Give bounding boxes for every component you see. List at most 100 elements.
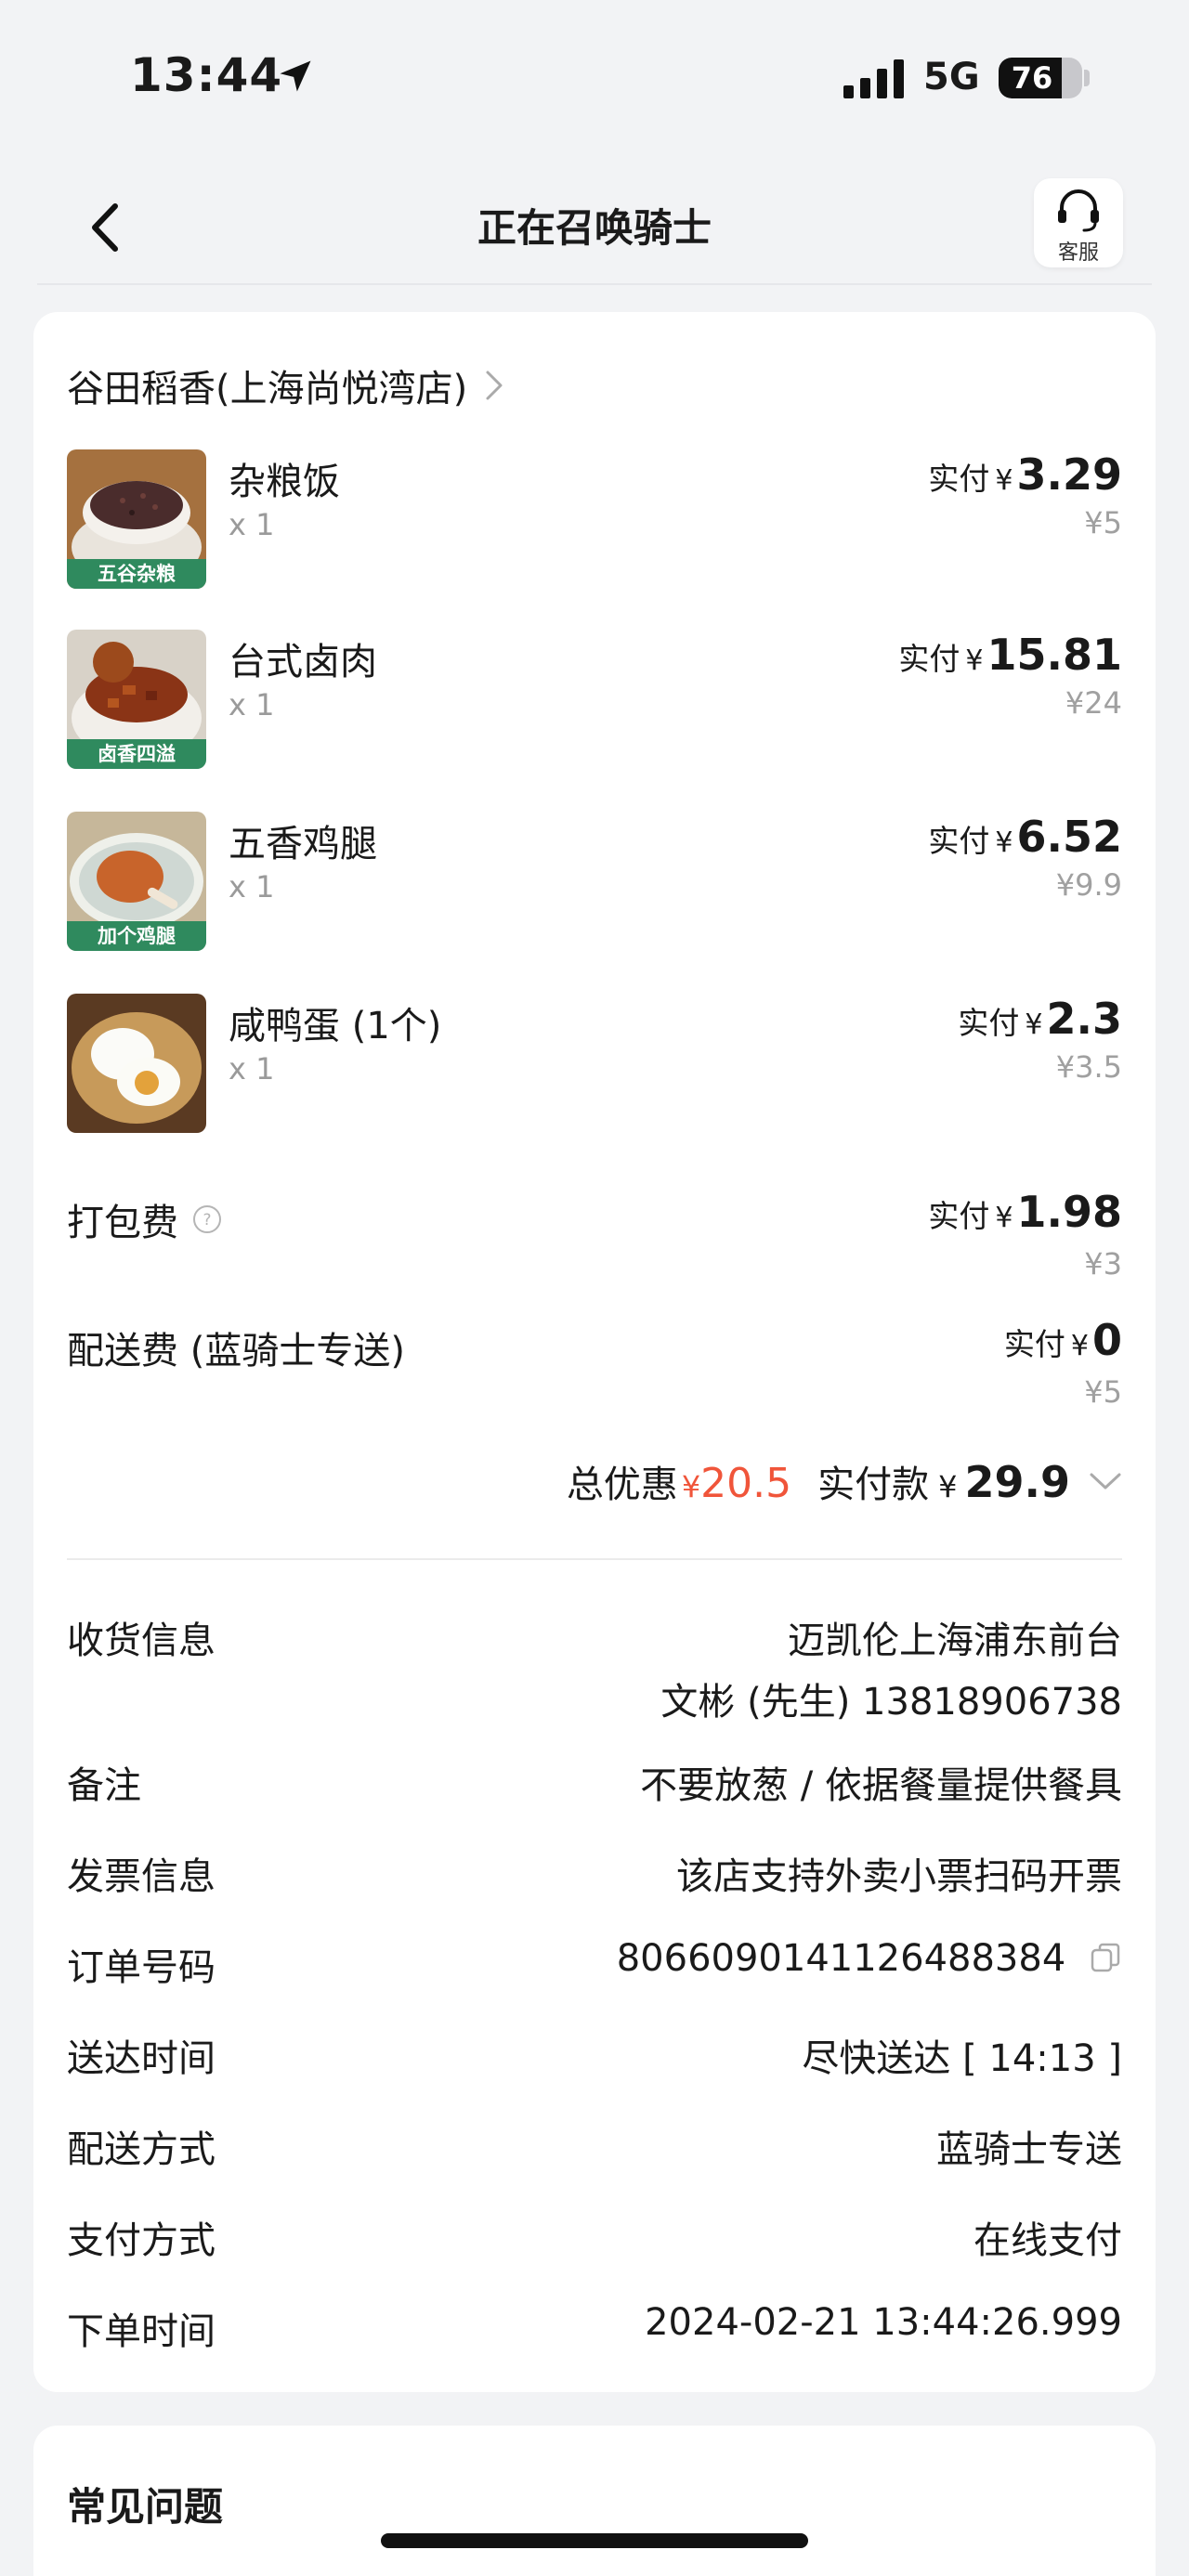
image-caption: 加个鸡腿 [97,925,176,947]
fee-label: 打包费 [67,1202,178,1244]
store-name: 谷田稻香(上海尚悦湾店) [67,368,468,410]
order-item: 卤香四溢 台式卤肉 x 1 实付 ¥15.81 ¥24 [67,630,1122,769]
headset-icon [1058,189,1099,232]
order-time-row: 下单时间 2024-02-21 13:44:26.999 [67,2301,1122,2353]
receiver-label: 收货信息 [67,1620,216,1662]
svg-text:?: ? [203,1211,211,1229]
fee-original-price: ¥3 [1084,1246,1122,1281]
image-caption: 卤香四溢 [98,743,176,765]
order-item: 加个鸡腿 五香鸡腿 x 1 实付 ¥6.52 ¥9.9 [67,812,1122,951]
order-number-label: 订单号码 [67,1946,216,1989]
note-value: 不要放葱 / 依据餐量提供餐具 [640,1764,1122,1807]
currency-symbol: ¥ [1070,1330,1089,1362]
item-image: 卤香四溢 [67,630,206,769]
currency-symbol: ¥ [1025,1008,1043,1041]
location-arrow-icon [280,60,311,92]
invoice-label: 发票信息 [67,1855,216,1898]
item-quantity: x 1 [229,507,275,542]
item-name: 五香鸡腿 [229,823,377,865]
item-original-price: ¥3.5 [1055,1049,1122,1085]
item-quantity: x 1 [229,687,275,722]
chevron-down-icon[interactable] [1089,1471,1122,1491]
order-time-label: 下单时间 [67,2310,216,2353]
item-quantity: x 1 [229,869,275,904]
fee-paid-price: 实付 ¥1.98 [928,1187,1122,1237]
delivery-time-label: 送达时间 [67,2037,216,2080]
paid-label: 实付 [928,1198,990,1234]
section-divider [67,1558,1122,1560]
page-title: 正在召唤骑士 [477,205,712,251]
image-caption: 五谷杂粮 [98,563,176,585]
packaging-fee-row: 打包费 ? 实付 ¥1.98 ¥3 [67,1187,1122,1289]
signal-icon [843,59,904,98]
item-original-price: ¥9.9 [1055,867,1122,903]
order-card: 谷田稻香(上海尚悦湾店) 五谷杂粮 杂粮饭 x 1 实付 ¥3.29 ¥5 卤香… [33,312,1156,2392]
item-image: 五谷杂粮 [67,449,206,589]
delivery-fee-row: 配送费 (蓝骑士专送) 实付 ¥0 ¥5 [67,1315,1122,1417]
delivery-method-row: 配送方式 蓝骑士专送 [67,2119,1122,2171]
item-paid-price: 实付 ¥2.3 [958,994,1122,1044]
customer-service-button[interactable]: 客服 [1034,178,1123,267]
battery-icon: 76 [999,58,1082,98]
delivery-method-value: 蓝骑士专送 [936,2128,1122,2171]
invoice-row: 发票信息 该店支持外卖小票扫码开票 [67,1846,1122,1898]
receiver-contact: 文彬 (先生) 13818906738 [660,1681,1122,1724]
customer-service-label: 客服 [1057,241,1099,265]
nav-bar: 正在召唤骑士 客服 [0,167,1189,283]
store-link[interactable]: 谷田稻香(上海尚悦湾店) [67,358,504,412]
faq-title: 常见问题 [67,2484,224,2530]
paid-value: 1.98 [1016,1187,1123,1237]
total-paid-value: 29.9 [964,1457,1071,1507]
item-paid-price: 实付 ¥3.29 [928,449,1122,500]
faq-card: 常见问题 [33,2426,1156,2576]
discount-amount: ¥20.5 [682,1460,791,1507]
note-row: 备注 不要放葱 / 依据餐量提供餐具 [67,1755,1122,1807]
paid-value: 2.3 [1046,994,1123,1044]
item-original-price: ¥24 [1065,685,1122,721]
home-indicator[interactable] [381,2533,808,2548]
order-time-value: 2024-02-21 13:44:26.999 [645,2301,1122,2344]
total-paid-label: 实付款 [817,1464,930,1506]
nav-divider [37,283,1152,285]
status-time: 13:44 [130,48,283,102]
currency-symbol: ¥ [995,826,1013,859]
note-label: 备注 [67,1764,141,1807]
chevron-right-icon [486,371,503,400]
battery-cap [1084,70,1090,86]
help-icon[interactable]: ? [191,1203,223,1235]
order-total[interactable]: 总优惠 ¥20.5 实付款 ¥ 29.9 [567,1454,1122,1508]
item-quantity: x 1 [229,1051,275,1086]
item-name: 台式卤肉 [229,641,377,683]
order-item: 五谷杂粮 杂粮饭 x 1 实付 ¥3.29 ¥5 [67,449,1122,589]
invoice-value: 该店支持外卖小票扫码开票 [676,1855,1122,1898]
delivery-time-row: 送达时间 尽快送达 [ 14:13 ] [67,2028,1122,2080]
receiver-address: 迈凯伦上海浦东前台 [788,1620,1122,1662]
item-name: 杂粮饭 [229,461,340,503]
item-paid-price: 实付 ¥15.81 [898,630,1122,680]
paid-label: 实付 [898,641,960,677]
item-original-price: ¥5 [1084,505,1122,540]
network-type: 5G [923,56,980,98]
item-image [67,994,206,1133]
payment-method-label: 支付方式 [67,2219,216,2262]
item-paid-price: 实付 ¥6.52 [928,812,1122,862]
delivery-time-value: 尽快送达 [ 14:13 ] [802,2037,1122,2080]
item-name: 咸鸭蛋 (1个) [229,1005,442,1047]
copy-icon[interactable] [1089,1941,1122,1974]
discount-label: 总优惠 [566,1464,678,1506]
paid-value: 6.52 [1016,812,1123,862]
order-item: 咸鸭蛋 (1个) x 1 实付 ¥2.3 ¥3.5 [67,994,1122,1133]
paid-label: 实付 [1003,1326,1065,1362]
payment-method-value: 在线支付 [973,2219,1122,2262]
receiver-info-row: 收货信息 迈凯伦上海浦东前台 文彬 (先生) 13818906738 [67,1610,1122,1724]
payment-method-row: 支付方式 在线支付 [67,2210,1122,2262]
item-image: 加个鸡腿 [67,812,206,951]
currency-symbol: ¥ [681,1469,701,1504]
fee-paid-price: 实付 ¥0 [1004,1315,1122,1365]
receiver-value: 迈凯伦上海浦东前台 文彬 (先生) 13818906738 [660,1610,1122,1725]
order-number-value: 8066090141126488384 [616,1937,1066,1980]
discount-value: 20.5 [700,1460,792,1507]
paid-value: 0 [1091,1315,1122,1365]
delivery-method-label: 配送方式 [67,2128,216,2171]
currency-symbol: ¥ [995,464,1013,497]
